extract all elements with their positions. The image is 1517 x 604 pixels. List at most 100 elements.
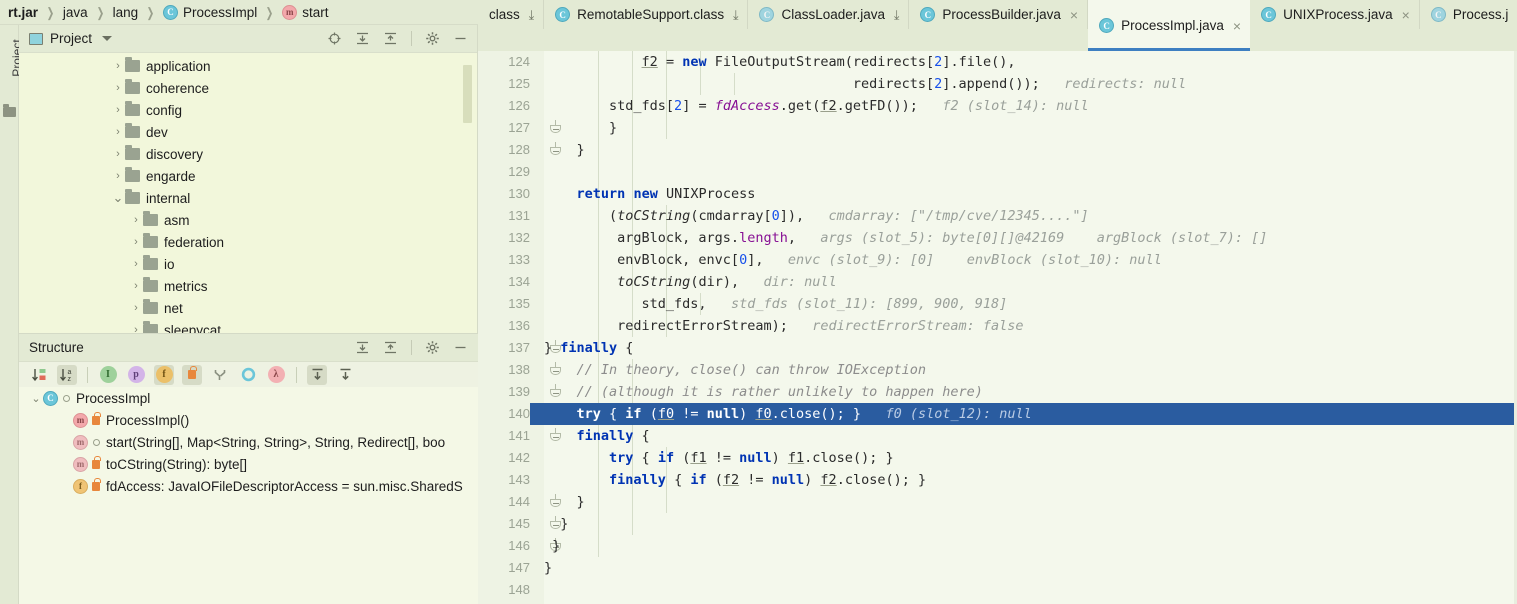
sort-by-visibility-icon[interactable] — [29, 365, 49, 385]
structure-tree-item[interactable]: f fdAccess: JavaIOFileDescriptorAccess = … — [19, 475, 478, 497]
code-line[interactable]: 139 // (although it is rather unlikely t… — [478, 381, 1517, 403]
project-tree[interactable]: › application › coherence › config › dev › discov… — [19, 53, 478, 333]
project-tree-item[interactable]: › dev — [19, 121, 478, 143]
breadcrumb-item-rt-jar[interactable]: rt.jar — [8, 5, 38, 20]
code-line[interactable]: 147} — [478, 557, 1517, 579]
project-tree-item[interactable]: ⌄ internal — [19, 187, 478, 209]
chevron-down-icon[interactable]: ⌄ — [111, 190, 125, 206]
close-icon[interactable]: × — [1070, 8, 1078, 22]
breadcrumb-item-java[interactable]: java — [63, 5, 88, 20]
show-properties-icon[interactable]: p — [126, 365, 146, 385]
code-line[interactable]: 132 argBlock, args.length, args (slot_5)… — [478, 227, 1517, 249]
collapse-all-icon[interactable] — [383, 340, 398, 355]
code-editor[interactable]: 124 f2 = new FileOutputStream(redirects[… — [478, 51, 1517, 604]
code-line[interactable]: 144 } — [478, 491, 1517, 513]
chevron-right-icon[interactable]: › — [129, 302, 143, 314]
project-tree-item[interactable]: › federation — [19, 231, 478, 253]
code-line[interactable]: 134 toCString(dir), dir: null — [478, 271, 1517, 293]
code-lines[interactable]: 124 f2 = new FileOutputStream(redirects[… — [478, 51, 1517, 604]
sort-alphabetically-icon[interactable]: az — [57, 364, 77, 385]
project-tree-item[interactable]: › sleepycat — [19, 319, 478, 333]
code-line[interactable]: 135 std_fds, std_fds (slot_11): [899, 90… — [478, 293, 1517, 315]
project-tree-item[interactable]: › asm — [19, 209, 478, 231]
chevron-right-icon[interactable]: › — [111, 148, 125, 160]
expand-all-icon[interactable] — [355, 31, 370, 46]
gear-icon[interactable] — [425, 31, 440, 46]
structure-tree[interactable]: ⌄ C ProcessImpl m ProcessImpl() m start(String… — [19, 387, 478, 604]
autoscroll-from-source-icon[interactable] — [335, 365, 355, 385]
structure-tree-item[interactable]: m toCString(String): byte[] — [19, 453, 478, 475]
code-line[interactable]: 148 — [478, 579, 1517, 601]
code-line[interactable]: 145 } — [478, 513, 1517, 535]
autoscroll-to-source-icon[interactable] — [307, 364, 327, 385]
show-anonymous-icon[interactable] — [238, 365, 258, 385]
hide-icon[interactable] — [453, 31, 468, 46]
chevron-right-icon[interactable]: › — [111, 60, 125, 72]
code-line[interactable]: 146 } — [478, 535, 1517, 557]
editor-tab[interactable]: C ClassLoader.java ⤓ — [748, 0, 910, 29]
code-line[interactable]: 133 envBlock, envc[0], envc (slot_9): [0… — [478, 249, 1517, 271]
project-tree-scrollbar[interactable] — [463, 65, 472, 123]
show-non-public-icon[interactable] — [182, 364, 202, 385]
show-inherited-icon[interactable]: I — [98, 365, 118, 385]
chevron-right-icon[interactable]: › — [129, 236, 143, 248]
breadcrumb-item-lang[interactable]: lang — [113, 5, 139, 20]
code-line[interactable]: 143 finally { if (f2 != null) f2.close()… — [478, 469, 1517, 491]
chevron-down-icon[interactable]: ⌄ — [29, 392, 43, 405]
collapse-all-icon[interactable] — [383, 31, 398, 46]
code-line[interactable]: 125 redirects[2].append()); redirects: n… — [478, 73, 1517, 95]
code-line-selected[interactable]: 140 try { if (f0 != null) f0.close(); } … — [478, 403, 1517, 425]
code-line[interactable]: 138 // In theory, close() can throw IOEx… — [478, 359, 1517, 381]
code-line[interactable]: 127 } — [478, 117, 1517, 139]
code-line[interactable]: 126 std_fds[2] = fdAccess.get(f2.getFD()… — [478, 95, 1517, 117]
code-line[interactable]: 129 — [478, 161, 1517, 183]
breadcrumb-item-start[interactable]: m start — [282, 4, 328, 20]
project-tree-item[interactable]: › config — [19, 99, 478, 121]
close-icon[interactable]: × — [1402, 8, 1410, 22]
breadcrumb-item-processimpl[interactable]: C ProcessImpl — [163, 4, 257, 20]
code-line[interactable]: 136 redirectErrorStream); redirectErrorS… — [478, 315, 1517, 337]
project-tree-item[interactable]: › application — [19, 55, 478, 77]
pin-icon[interactable]: ⤓ — [529, 8, 534, 22]
editor-tab[interactable]: C RemotableSupport.class ⤓ — [544, 0, 749, 29]
editor-tab[interactable]: C UNIXProcess.java × — [1250, 0, 1420, 29]
group-by-type-icon[interactable] — [210, 365, 230, 385]
structure-tree-item[interactable]: m start(String[], Map<String, String>, St… — [19, 431, 478, 453]
code-line[interactable]: 131 (toCString(cmdarray[0]), cmdarray: [… — [478, 205, 1517, 227]
editor-tab[interactable]: C ProcessImpl.java × — [1088, 0, 1251, 51]
chevron-right-icon[interactable]: › — [129, 258, 143, 270]
editor-tab[interactable]: C Process.j — [1420, 0, 1517, 29]
project-tree-item[interactable]: › net — [19, 297, 478, 319]
pin-icon[interactable]: ⤓ — [733, 8, 738, 22]
chevron-down-icon[interactable] — [102, 36, 113, 41]
chevron-right-icon[interactable]: › — [111, 104, 125, 116]
project-tree-item[interactable]: › metrics — [19, 275, 478, 297]
chevron-right-icon[interactable]: › — [111, 170, 125, 182]
editor-tab[interactable]: class ⤓ — [478, 0, 545, 29]
editor-tab[interactable]: C ProcessBuilder.java × — [909, 0, 1089, 29]
chevron-right-icon[interactable]: › — [111, 126, 125, 138]
expand-all-icon[interactable] — [355, 340, 370, 355]
locate-icon[interactable] — [327, 31, 342, 46]
code-line[interactable]: 130 return new UNIXProcess — [478, 183, 1517, 205]
code-line[interactable]: 142 try { if (f1 != null) f1.close(); } — [478, 447, 1517, 469]
structure-tree-item[interactable]: ⌄ C ProcessImpl — [19, 387, 478, 409]
show-fields-icon[interactable]: f — [154, 364, 174, 385]
code-line[interactable]: 137} finally { — [478, 337, 1517, 359]
gear-icon[interactable] — [425, 340, 440, 355]
pin-icon[interactable]: ⤓ — [894, 8, 899, 22]
hide-icon[interactable] — [453, 340, 468, 355]
project-tree-item[interactable]: › io — [19, 253, 478, 275]
close-icon[interactable]: × — [1233, 19, 1241, 33]
show-lambdas-icon[interactable]: λ — [266, 365, 286, 385]
code-line[interactable]: 124 f2 = new FileOutputStream(redirects[… — [478, 51, 1517, 73]
chevron-right-icon[interactable]: › — [111, 82, 125, 94]
code-line[interactable]: 128 } — [478, 139, 1517, 161]
code-line[interactable]: 141 finally { — [478, 425, 1517, 447]
chevron-right-icon[interactable]: › — [129, 214, 143, 226]
chevron-right-icon[interactable]: › — [129, 280, 143, 292]
project-tree-item[interactable]: › discovery — [19, 143, 478, 165]
structure-tree-item[interactable]: m ProcessImpl() — [19, 409, 478, 431]
project-tree-item[interactable]: › engarde — [19, 165, 478, 187]
project-tree-item[interactable]: › coherence — [19, 77, 478, 99]
